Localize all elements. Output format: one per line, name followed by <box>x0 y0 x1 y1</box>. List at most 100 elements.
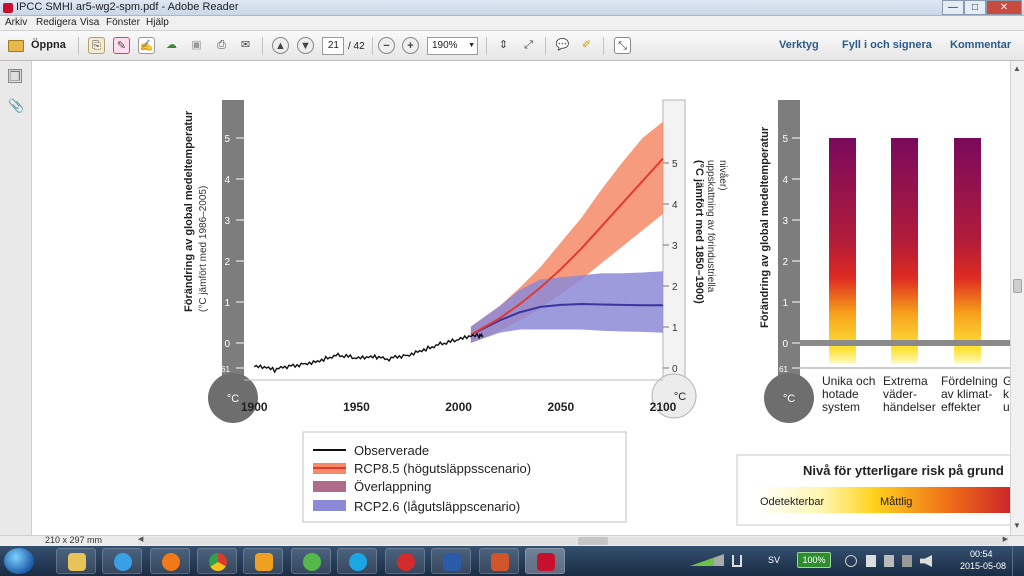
left-tick-label: 4 <box>224 175 230 186</box>
left-tick-label: 3 <box>224 216 230 227</box>
minimize-button[interactable]: — <box>942 0 964 15</box>
page-number-input[interactable]: 21 <box>322 37 344 55</box>
taskbar-adobe-reader[interactable] <box>525 548 565 574</box>
scroll-right-icon[interactable]: ▶ <box>1003 535 1008 543</box>
sign-icon[interactable]: ✍ <box>138 37 155 54</box>
clock-time[interactable]: 00:54 <box>970 549 993 559</box>
left-tick-label: 1 <box>224 298 230 309</box>
tools-link[interactable]: Verktyg <box>779 39 819 51</box>
taskbar-skype[interactable] <box>337 548 377 574</box>
highlight-icon[interactable]: ✐ <box>578 37 595 54</box>
print-icon[interactable]: ⎙ <box>213 37 230 54</box>
page-total: / 42 <box>348 41 365 52</box>
page-up-icon[interactable]: ▲ <box>272 37 289 54</box>
cloud-upload-icon[interactable]: ☁ <box>163 37 180 54</box>
risk-tick-label: -0.61 <box>770 365 789 374</box>
tray-icon[interactable] <box>902 555 912 567</box>
document-view[interactable]: °C 5 4 3 2 1 0 -0.61 Förändring av global mede… <box>33 61 1010 535</box>
risk-category-label: händelser <box>883 400 936 414</box>
rcp26-band <box>470 271 663 343</box>
clock-date[interactable]: 2015-05-08 <box>960 561 1006 571</box>
zoom-out-icon[interactable]: − <box>378 37 395 54</box>
fullscreen-icon[interactable]: ⤡ <box>614 37 631 54</box>
taskbar-spotify[interactable] <box>291 548 331 574</box>
risk-category-label: k <box>1003 387 1010 401</box>
tray-icon[interactable] <box>866 555 876 567</box>
risk-bar-chart: °C 5 4 3 2 1 0 -0.61 Förändring av global mede… <box>759 100 1010 423</box>
maximize-button[interactable]: □ <box>964 0 986 15</box>
taskbar-ie[interactable] <box>102 548 142 574</box>
fill-sign-link[interactable]: Fyll i och signera <box>842 39 932 51</box>
taskbar-chrome[interactable] <box>197 548 237 574</box>
ccleaner-icon <box>397 553 415 571</box>
taskbar-explorer[interactable] <box>56 548 96 574</box>
email-icon[interactable]: ✉ <box>237 37 254 54</box>
taskbar-firefox[interactable] <box>150 548 190 574</box>
page-down-icon[interactable]: ▼ <box>297 37 314 54</box>
scroll-left-icon[interactable]: ◀ <box>138 535 143 543</box>
menu-hjalp[interactable]: Hjälp <box>146 17 169 28</box>
volume-icon[interactable] <box>920 555 932 567</box>
battery-indicator[interactable]: 100% <box>797 552 831 568</box>
language-indicator[interactable]: SV <box>768 555 780 565</box>
x-tick-label: 2050 <box>547 400 574 414</box>
open-button[interactable]: Öppna <box>5 37 69 55</box>
horizontal-scrollbar[interactable]: ◀ ▶ <box>138 535 1008 545</box>
show-desktop-button[interactable] <box>1012 546 1024 576</box>
taskbar-powerpoint[interactable] <box>479 548 519 574</box>
left-tick-label: 2 <box>224 257 230 268</box>
vertical-scrollbar[interactable]: ▲ ▼ <box>1010 61 1024 535</box>
x-tick-label: 1950 <box>343 400 370 414</box>
signal-icon[interactable] <box>690 554 724 566</box>
fit-page-icon[interactable]: ⇕ <box>495 37 512 54</box>
observed-line <box>253 332 484 374</box>
battery-value: 100% <box>802 555 826 565</box>
risk-category-label: G <box>1003 374 1010 388</box>
legend-overlap-label: Överlappning <box>354 479 431 494</box>
risk-category-labels: Unika ochhotadesystem Extremaväder-händel… <box>822 374 1010 414</box>
comment-link[interactable]: Kommentar <box>950 39 1011 51</box>
risk-bar <box>829 138 856 364</box>
menu-fonster[interactable]: Fönster <box>106 17 140 28</box>
scroll-thumb[interactable] <box>1013 279 1022 293</box>
start-button[interactable] <box>4 548 34 574</box>
comment-icon[interactable]: 💬 <box>554 37 571 54</box>
chevron-down-icon: ▼ <box>468 42 475 49</box>
right-tick-label: 2 <box>672 282 678 293</box>
edit-pdf-icon[interactable]: ✎ <box>113 37 130 54</box>
save-icon[interactable]: ▣ <box>188 37 205 54</box>
attachments-icon[interactable]: 📎 <box>8 99 24 113</box>
legend-swatch-overlap <box>313 481 346 492</box>
taskbar: SV 100% 00:54 2015-05-08 <box>0 546 1024 576</box>
x-tick-label: 1900 <box>241 400 268 414</box>
x-tick-label: 2000 <box>445 400 472 414</box>
tray-icon[interactable] <box>884 555 894 567</box>
risk-tick-label: 0 <box>782 339 788 350</box>
fit-width-icon[interactable]: ⤢ <box>520 37 537 54</box>
zoom-select[interactable]: 190% ▼ <box>427 37 478 55</box>
taskbar-word[interactable] <box>431 548 471 574</box>
menu-visa[interactable]: Visa <box>80 17 99 28</box>
taskbar-ccleaner[interactable] <box>385 548 425 574</box>
zoom-in-icon[interactable]: + <box>402 37 419 54</box>
internet-explorer-icon <box>114 553 132 571</box>
scroll-down-icon[interactable]: ▼ <box>1013 521 1021 530</box>
word-icon <box>443 553 461 571</box>
menu-redigera[interactable]: Redigera <box>36 17 77 28</box>
tray-icon[interactable] <box>845 555 857 567</box>
network-icon[interactable] <box>732 555 742 567</box>
risk-unit-label: °C <box>783 393 795 405</box>
risk-category-label: Unika och <box>822 374 875 388</box>
left-tick-label: -0.61 <box>212 365 231 374</box>
horizontal-scroll-thumb[interactable] <box>578 537 608 545</box>
taskbar-media-player[interactable] <box>243 548 283 574</box>
pages-panel-icon[interactable]: ❐ <box>8 69 22 84</box>
create-pdf-icon[interactable]: ⎘ <box>88 37 105 54</box>
menu-arkiv[interactable]: Arkiv <box>5 17 27 28</box>
scroll-up-icon[interactable]: ▲ <box>1013 64 1021 73</box>
risk-tick-label: 1 <box>782 298 788 309</box>
close-button[interactable]: ✕ <box>986 0 1022 15</box>
spotify-icon <box>303 553 321 571</box>
adobe-reader-icon <box>537 553 555 571</box>
risk-level-legend: Nivå för ytterligare risk på grund Odete… <box>736 454 1010 526</box>
